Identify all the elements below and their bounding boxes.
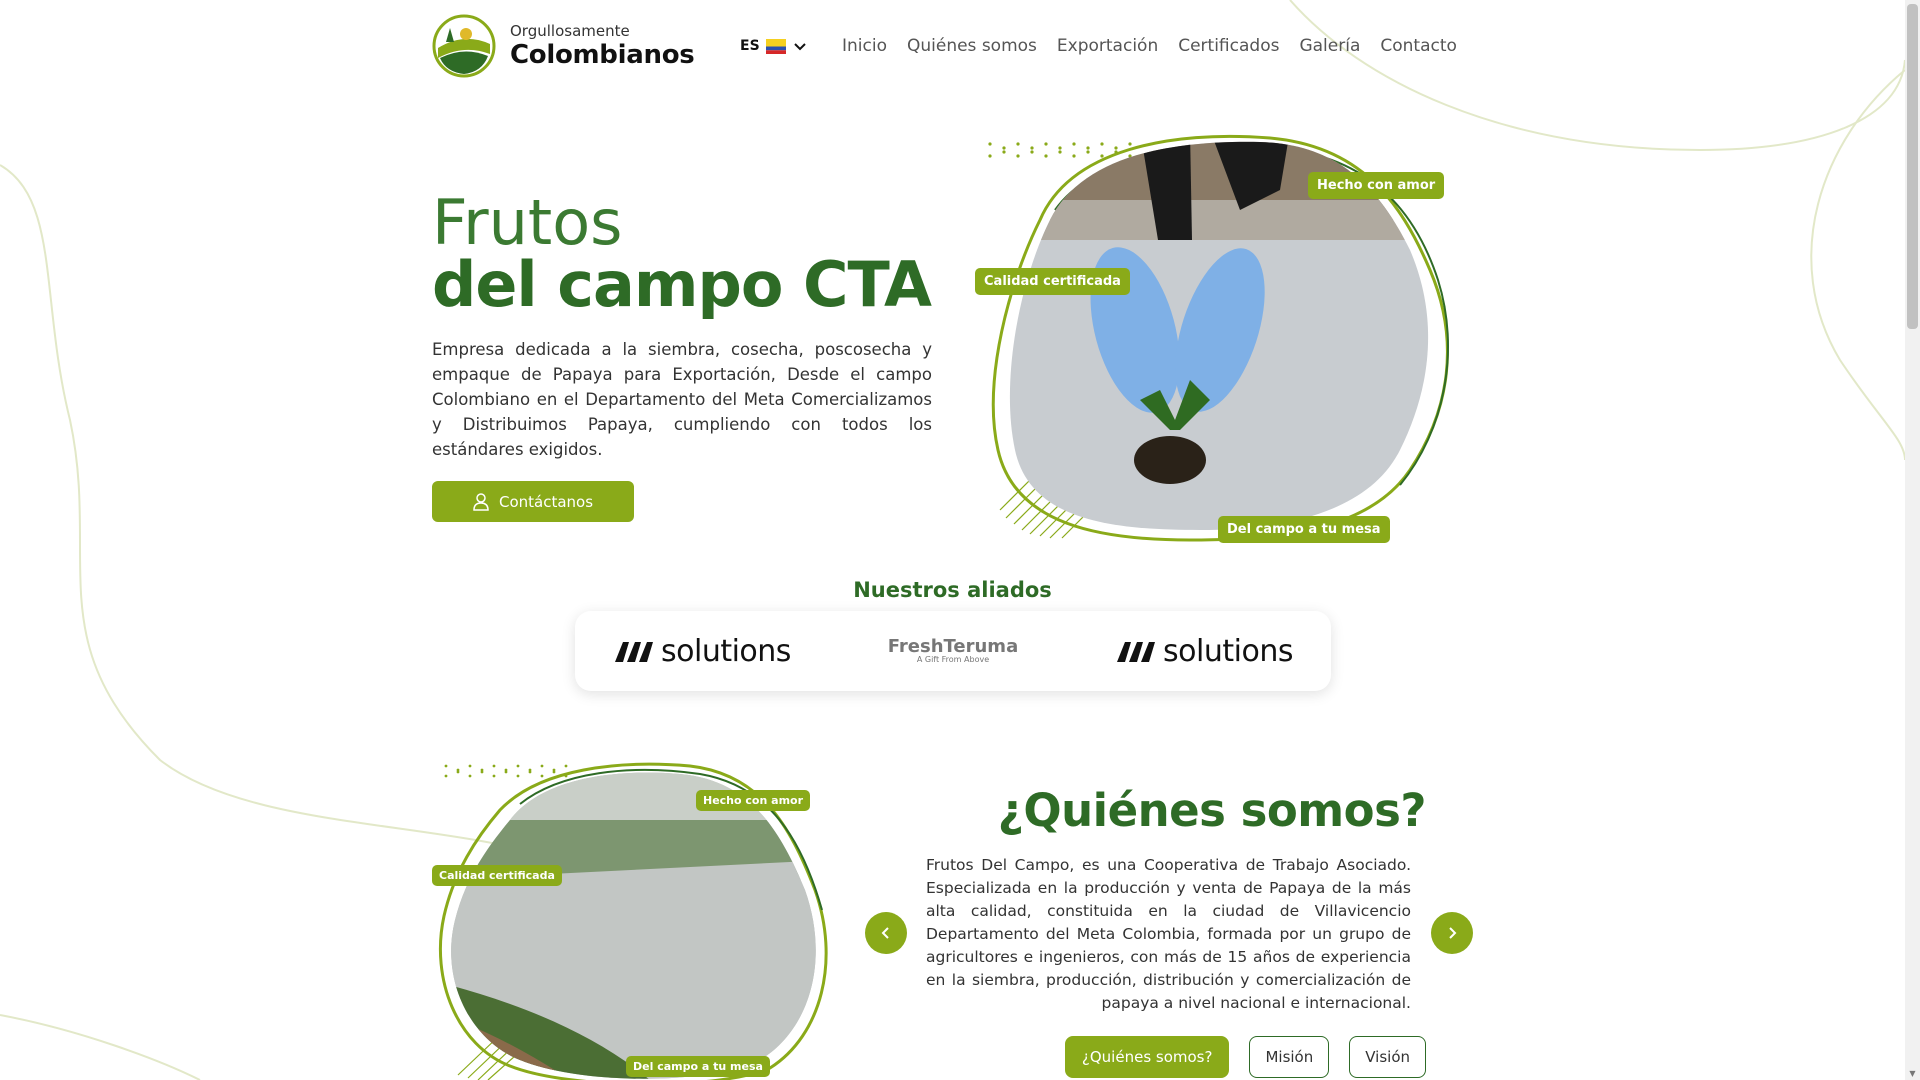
page-scrollbar[interactable]: ▲ ▼ xyxy=(1905,0,1920,1080)
nav-galeria[interactable]: Galería xyxy=(1299,36,1360,56)
about-description: Frutos Del Campo, es una Cooperativa de … xyxy=(926,856,1411,1012)
scrollbar-thumb[interactable] xyxy=(1907,4,1918,329)
ally-tagline: A Gift From Above xyxy=(916,655,990,664)
site-header: Orgullosamente Colombianos ES Inicio Qui… xyxy=(0,0,1905,96)
about-title: ¿Quiénes somos? xyxy=(997,784,1427,837)
tag-made-with-love: Hecho con amor xyxy=(696,790,811,811)
tag-farm-to-table: Del campo a tu mesa xyxy=(626,1056,770,1077)
ally-logo-solutions[interactable]: solutions xyxy=(1115,634,1293,669)
language-code: ES xyxy=(740,38,760,54)
hero-title-line2: del campo CTA xyxy=(432,248,932,321)
ally-logo-freshteruma[interactable]: FreshTeruma A Gift From Above xyxy=(888,638,1018,664)
hero-title-line1: Frutos xyxy=(432,186,623,259)
contact-button[interactable]: Contáctanos xyxy=(432,481,634,522)
logo-icon xyxy=(432,14,496,78)
ally-name: solutions xyxy=(661,633,791,669)
logo-title: Colombianos xyxy=(510,40,695,70)
tag-made-with-love: Hecho con amor xyxy=(1308,172,1445,199)
nav-exportacion[interactable]: Exportación xyxy=(1057,36,1158,56)
user-icon xyxy=(473,492,489,511)
hero-description: Empresa dedicada a la siembra, cosecha, … xyxy=(432,340,932,459)
chevron-right-icon xyxy=(1449,927,1457,939)
language-selector[interactable]: ES xyxy=(740,38,808,54)
solutions-logo-icon xyxy=(615,642,653,662)
nav-inicio[interactable]: Inicio xyxy=(842,36,887,56)
ally-name: FreshTeruma xyxy=(887,636,1019,657)
tag-certified-quality: Calidad certificada xyxy=(432,865,562,886)
carousel-prev-button[interactable] xyxy=(865,912,907,954)
nav-certificados[interactable]: Certificados xyxy=(1178,36,1279,56)
hero-image-block: Hecho con amor Calidad certificada Del c… xyxy=(960,130,1480,580)
tag-certified-quality: Calidad certificada xyxy=(975,268,1130,295)
solutions-logo-icon xyxy=(1117,642,1156,662)
mission-tab-button[interactable]: Misión xyxy=(1249,1036,1330,1078)
chevron-down-icon xyxy=(793,43,806,51)
ally-logo-solutions[interactable]: solutions xyxy=(613,634,791,669)
chevron-left-icon xyxy=(881,927,889,939)
tag-farm-to-table: Del campo a tu mesa xyxy=(1218,516,1390,543)
main-nav: Inicio Quiénes somos Exportación Certifi… xyxy=(842,36,1457,56)
vision-tab-button[interactable]: Visión xyxy=(1349,1036,1426,1078)
dot-pattern xyxy=(444,764,568,778)
about-tab-button[interactable]: ¿Quiénes somos? xyxy=(1064,1036,1230,1078)
allies-carousel: solutions FreshTeruma A Gift From Above … xyxy=(575,611,1331,691)
logo-tagline: Orgullosamente xyxy=(510,22,630,40)
about-image-block: Hecho con amor Calidad certificada Del c… xyxy=(430,760,830,1080)
contact-button-label: Contáctanos xyxy=(498,492,594,511)
nav-quienes-somos[interactable]: Quiénes somos xyxy=(907,36,1037,56)
colombia-flag-icon xyxy=(765,38,786,54)
nav-contacto[interactable]: Contacto xyxy=(1380,36,1457,56)
carousel-next-button[interactable] xyxy=(1431,912,1473,954)
logo[interactable]: Orgullosamente Colombianos xyxy=(432,14,695,78)
scroll-down-arrow-icon[interactable]: ▼ xyxy=(1908,1069,1917,1078)
ally-name: solutions xyxy=(1163,633,1293,669)
allies-title: Nuestros aliados xyxy=(853,578,1052,602)
about-tab-buttons: ¿Quiénes somos? Misión Visión xyxy=(1064,1036,1426,1078)
